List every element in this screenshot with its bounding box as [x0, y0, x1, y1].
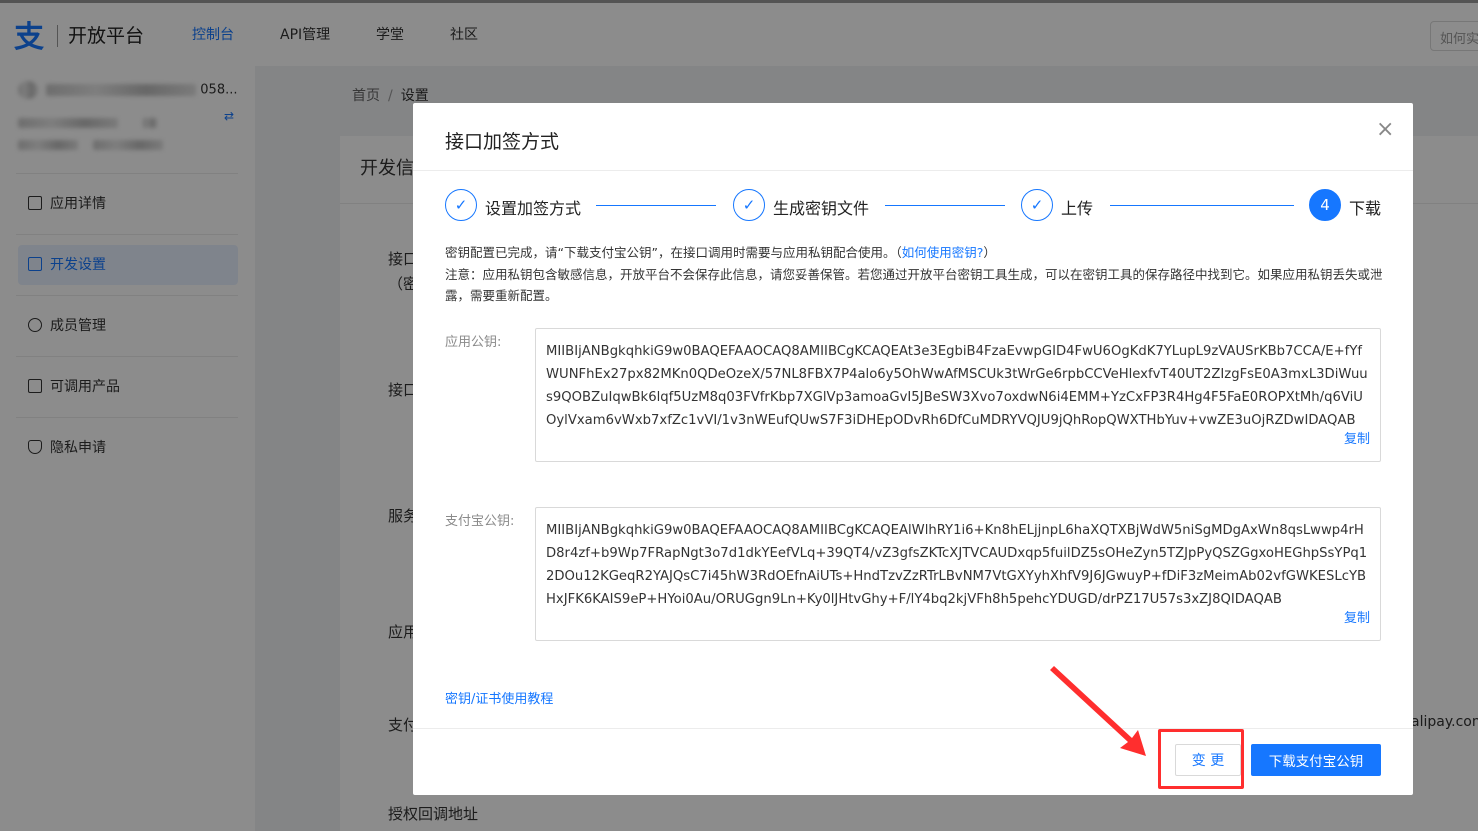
step-label: 下载 [1349, 199, 1382, 218]
app-public-key-box: MIIBIjANBgkqhkiG9w0BAQEFAAOCAQ8AMIIBCgKC… [535, 328, 1381, 462]
sign-method-modal: 接口加签方式 × ✓ 设置加签方式 ✓ 生成密钥文件 ✓ 上传 4 下载 密钥配… [413, 103, 1413, 795]
annotation-arrow-icon [1050, 666, 1146, 756]
step-connector [885, 205, 1005, 206]
alipay-public-key-box: MIIBIjANBgkqhkiG9w0BAQEFAAOCAQ8AMIIBCgKC… [535, 507, 1381, 641]
step-connector [1110, 205, 1294, 206]
app-public-key-value: MIIBIjANBgkqhkiG9w0BAQEFAAOCAQ8AMIIBCgKC… [546, 344, 1368, 428]
annotation-highlight-box [1158, 729, 1244, 789]
download-alipay-key-button[interactable]: 下载支付宝公钥 [1251, 744, 1381, 776]
modal-title: 接口加签方式 [445, 131, 560, 153]
check-icon: ✓ [733, 189, 765, 221]
copy-app-key-button[interactable]: 复制 [1344, 428, 1370, 451]
how-to-use-key-link[interactable]: 如何使用密钥? [902, 245, 984, 260]
step-label: 上传 [1061, 199, 1094, 218]
alipay-public-key-label: 支付宝公钥: [445, 514, 515, 529]
modal-header-divider [413, 170, 1413, 171]
warning-text: 注意：应用私钥包含敏感信息，开放平台不会保存此信息，请您妥善保管。若您通过开放平… [445, 267, 1383, 303]
step-label: 设置加签方式 [485, 199, 582, 218]
notice-text: 密钥配置已完成，请“下载支付宝公钥”，在接口调用时需要与应用私钥配合使用。（如何… [445, 245, 996, 260]
modal-footer-divider [413, 728, 1413, 729]
step-number-icon: 4 [1309, 189, 1341, 221]
check-icon: ✓ [445, 189, 477, 221]
alipay-public-key-value: MIIBIjANBgkqhkiG9w0BAQEFAAOCAQ8AMIIBCgKC… [546, 523, 1368, 607]
copy-alipay-key-button[interactable]: 复制 [1344, 607, 1370, 630]
app-public-key-label: 应用公钥: [445, 335, 502, 350]
key-tutorial-link[interactable]: 密钥/证书使用教程 [445, 688, 553, 707]
close-icon[interactable]: × [1376, 119, 1394, 141]
step-connector [596, 205, 716, 206]
step-label: 生成密钥文件 [773, 199, 870, 218]
check-icon: ✓ [1021, 189, 1053, 221]
